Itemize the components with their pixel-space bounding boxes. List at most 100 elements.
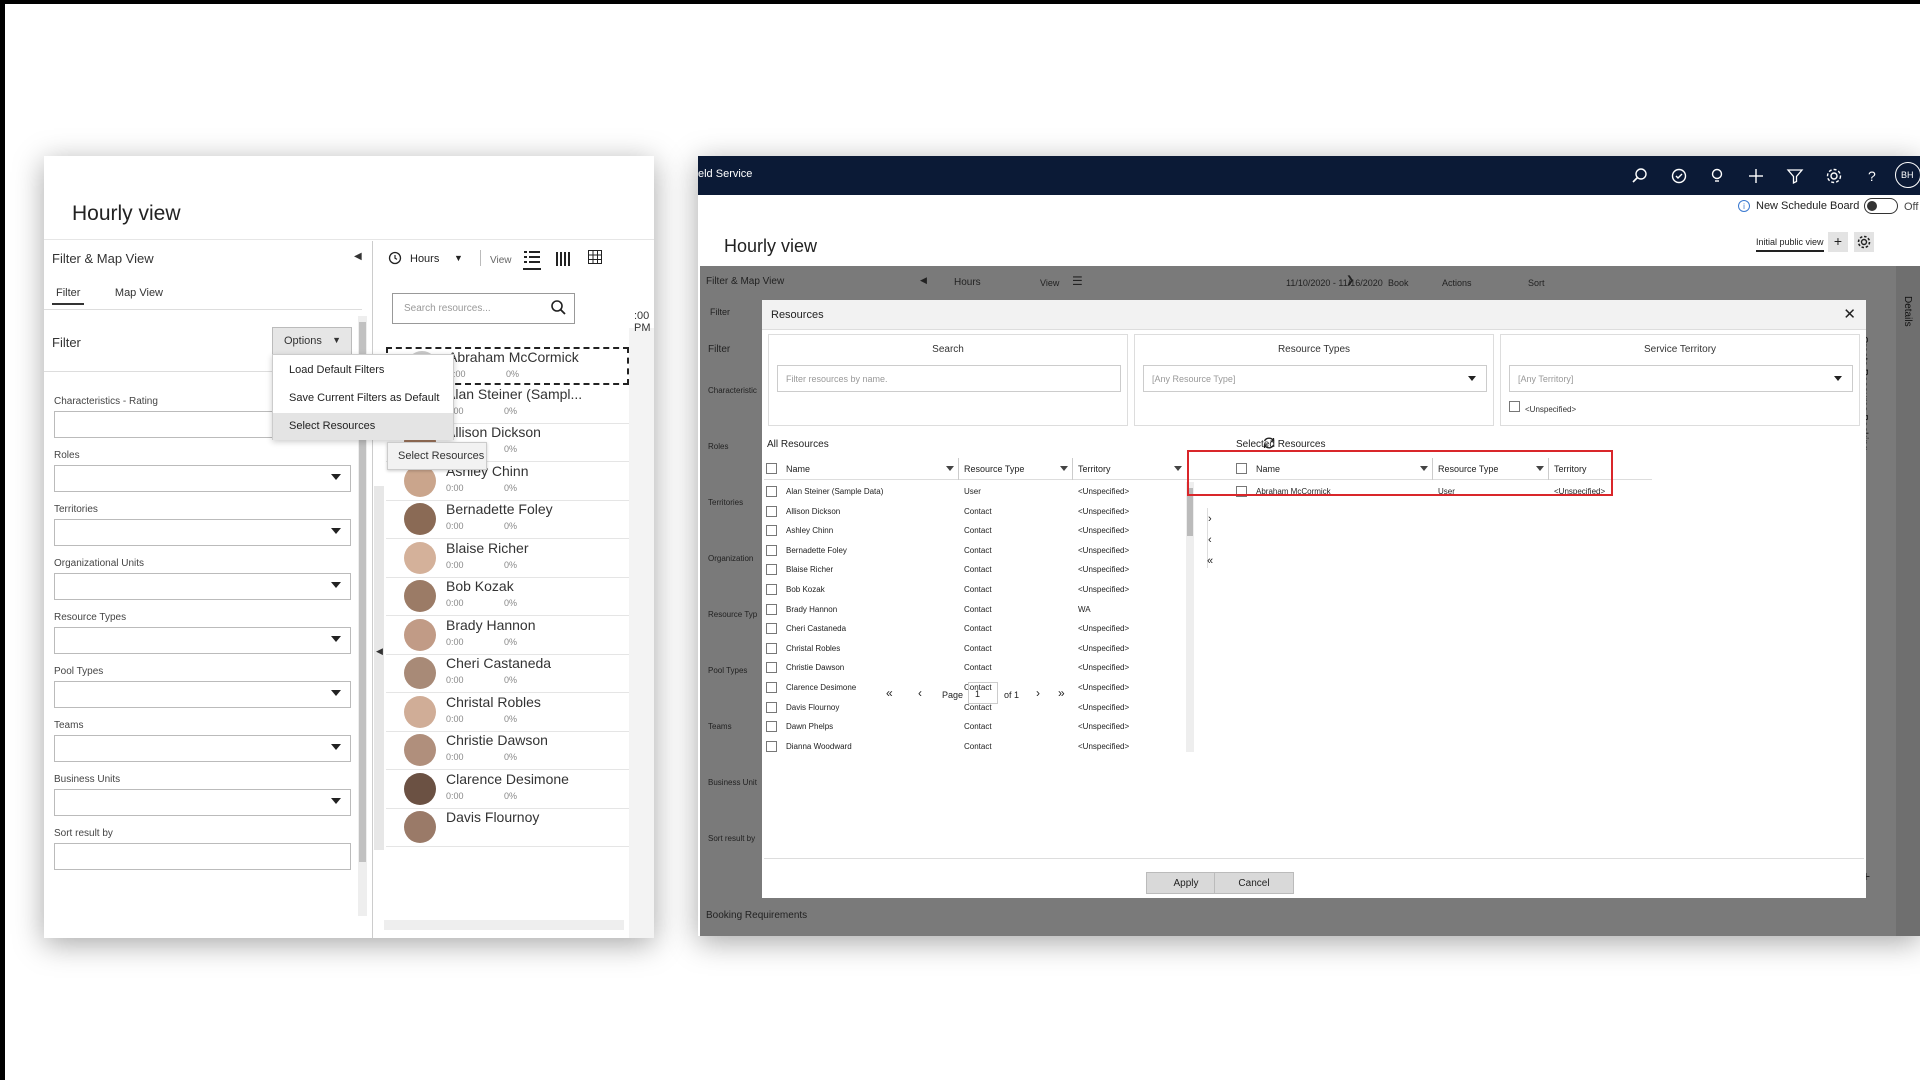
- dim-label-filter: Filter: [708, 344, 731, 355]
- column-header-resource-type[interactable]: Resource Type: [964, 464, 1024, 474]
- details-tab[interactable]: Details: [1902, 296, 1913, 327]
- avatar: [404, 580, 436, 612]
- row-checkbox[interactable]: [766, 721, 777, 733]
- lightbulb-icon[interactable]: [1706, 165, 1728, 187]
- add-tab-button[interactable]: +: [1828, 232, 1848, 252]
- row-checkbox[interactable]: [766, 505, 777, 517]
- resource-types-dropdown[interactable]: [54, 627, 351, 654]
- table-row[interactable]: Cheri Castaneda Contact <Unspecified>: [764, 619, 1184, 638]
- territory-dropdown[interactable]: [Any Territory]: [1509, 365, 1853, 392]
- move-right-icon[interactable]: ›: [1208, 513, 1212, 525]
- close-icon[interactable]: ✕: [1843, 305, 1856, 323]
- row-checkbox[interactable]: [766, 525, 777, 537]
- gear-icon[interactable]: [1823, 165, 1845, 187]
- chevron-down-icon[interactable]: ▼: [454, 253, 463, 263]
- column-filter-icon[interactable]: [1174, 466, 1182, 471]
- search-icon[interactable]: [1629, 165, 1651, 187]
- tab-map-view[interactable]: Map View: [111, 287, 167, 303]
- table-row[interactable]: Ashley Chinn Contact <Unspecified>: [764, 521, 1184, 540]
- filter-icon[interactable]: [1784, 165, 1806, 187]
- sort-dropdown[interactable]: [54, 843, 351, 870]
- prev-page-icon[interactable]: ‹: [918, 686, 922, 700]
- table-row[interactable]: Brady Hannon Contact WA: [764, 600, 1184, 619]
- search-resources-input[interactable]: Search resources...: [392, 293, 575, 324]
- resource-types-dropdown[interactable]: [Any Resource Type]: [1143, 365, 1487, 392]
- cancel-button[interactable]: Cancel: [1214, 872, 1294, 894]
- column-header-name[interactable]: Name: [786, 464, 810, 474]
- resource-row[interactable]: Brady Hannon 0:00 0%: [386, 617, 629, 655]
- plus-icon[interactable]: [1745, 165, 1767, 187]
- list-view-icon[interactable]: [524, 250, 540, 264]
- row-checkbox[interactable]: [766, 623, 777, 635]
- collapse-left-icon[interactable]: ◀: [354, 251, 362, 262]
- table-row[interactable]: Allison Dickson Contact <Unspecified>: [764, 502, 1184, 521]
- row-checkbox[interactable]: [766, 544, 777, 556]
- select-all-checkbox[interactable]: [766, 463, 777, 474]
- row-checkbox[interactable]: [766, 603, 777, 615]
- table-row[interactable]: Bernadette Foley Contact <Unspecified>: [764, 541, 1184, 560]
- board-settings-button[interactable]: [1854, 232, 1874, 252]
- territories-dropdown[interactable]: [54, 519, 351, 546]
- roles-dropdown[interactable]: [54, 465, 351, 492]
- resource-row[interactable]: Bernadette Foley 0:00 0%: [386, 501, 629, 539]
- menu-item-select-resources[interactable]: Select Resources: [273, 413, 453, 440]
- horizontal-scrollbar[interactable]: [384, 920, 624, 930]
- move-left-icon[interactable]: ‹: [1208, 534, 1212, 546]
- business-units-dropdown[interactable]: [54, 789, 351, 816]
- column-filter-icon[interactable]: [946, 466, 954, 471]
- grid-scrollbar[interactable]: [1186, 482, 1194, 752]
- table-row[interactable]: Christal Robles Contact <Unspecified>: [764, 639, 1184, 658]
- pane-splitter[interactable]: ◀: [374, 486, 384, 850]
- column-header-territory[interactable]: Territory: [1078, 464, 1111, 474]
- pool-types-dropdown[interactable]: [54, 681, 351, 708]
- move-all-left-icon[interactable]: «: [1207, 555, 1213, 567]
- columns-view-icon[interactable]: [556, 252, 570, 266]
- first-page-icon[interactable]: «: [886, 686, 893, 700]
- filter-resources-input[interactable]: Filter resources by name.: [777, 365, 1121, 392]
- page-number-input[interactable]: 1: [968, 682, 998, 704]
- task-check-icon[interactable]: [1668, 165, 1690, 187]
- new-schedule-board-toggle[interactable]: [1864, 198, 1898, 214]
- resource-row[interactable]: Cheri Castaneda 0:00 0%: [386, 655, 629, 693]
- row-checkbox[interactable]: [766, 486, 777, 497]
- resource-row[interactable]: Christal Robles 0:00 0%: [386, 694, 629, 732]
- row-checkbox[interactable]: [766, 564, 777, 576]
- resource-row[interactable]: Christie Dawson 0:00 0%: [386, 732, 629, 770]
- row-checkbox[interactable]: [766, 642, 777, 654]
- unspecified-territory-checkbox[interactable]: [1509, 401, 1520, 412]
- menu-item-load-default-filters[interactable]: Load Default Filters: [273, 357, 453, 384]
- resource-row[interactable]: Davis Flournoy: [386, 809, 629, 847]
- column-filter-icon[interactable]: [1060, 466, 1068, 471]
- resource-name: Brady Hannon: [446, 616, 536, 633]
- tab-filter[interactable]: Filter: [52, 287, 85, 305]
- help-icon[interactable]: ?: [1861, 165, 1883, 187]
- table-row[interactable]: Dawn Phelps Contact <Unspecified>: [764, 717, 1184, 736]
- last-page-icon[interactable]: »: [1058, 686, 1065, 700]
- grid-view-icon[interactable]: [588, 250, 602, 264]
- user-avatar[interactable]: BH: [1895, 162, 1920, 188]
- search-icon[interactable]: [550, 299, 566, 317]
- resource-row[interactable]: Clarence Desimone 0:00 0%: [386, 771, 629, 809]
- select-resources-tooltip: Select Resources: [387, 442, 487, 470]
- row-checkbox[interactable]: [766, 584, 777, 595]
- table-row[interactable]: Alan Steiner (Sample Data) User <Unspecifi…: [764, 482, 1184, 501]
- row-checkbox[interactable]: [766, 701, 777, 713]
- next-page-icon[interactable]: ›: [1036, 686, 1040, 700]
- resource-row[interactable]: Bob Kozak 0:00 0%: [386, 578, 629, 616]
- view-selector[interactable]: Initial public view: [1756, 237, 1824, 252]
- table-row[interactable]: Christie Dawson Contact <Unspecified>: [764, 658, 1184, 677]
- table-row[interactable]: Dianna Woodward Contact <Unspecified>: [764, 737, 1184, 756]
- collapse-left-icon[interactable]: ◀: [376, 646, 383, 657]
- resource-row[interactable]: Blaise Richer 0:00 0%: [386, 540, 629, 578]
- org-units-dropdown[interactable]: [54, 573, 351, 600]
- table-row[interactable]: Blaise Richer Contact <Unspecified>: [764, 560, 1184, 579]
- table-row[interactable]: Bob Kozak Contact <Unspecified>: [764, 580, 1184, 599]
- options-button[interactable]: Options ▼: [272, 327, 352, 355]
- row-checkbox[interactable]: [766, 662, 777, 674]
- dim-label-business-unit: Business Unit: [708, 778, 757, 787]
- menu-item-save-filters-default[interactable]: Save Current Filters as Default: [273, 385, 453, 412]
- hours-label[interactable]: Hours: [410, 253, 439, 265]
- row-checkbox[interactable]: [766, 682, 777, 693]
- row-checkbox[interactable]: [766, 740, 777, 752]
- teams-dropdown[interactable]: [54, 735, 351, 762]
